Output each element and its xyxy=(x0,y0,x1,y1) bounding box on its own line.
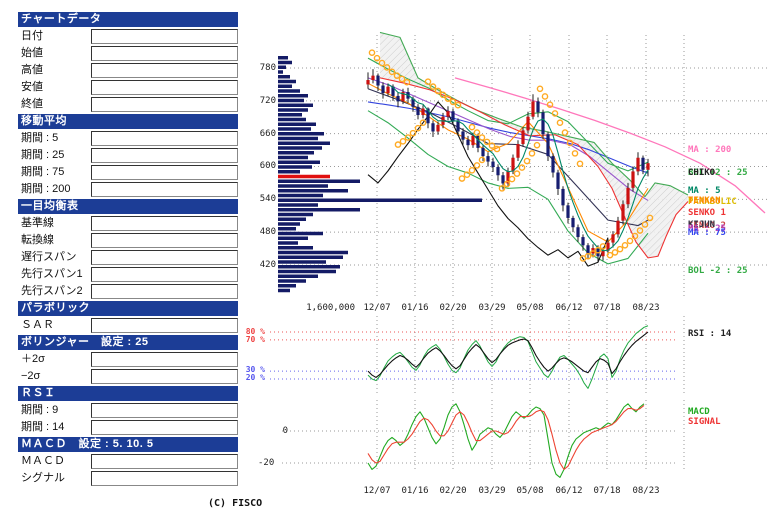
copyright: (C) FISCO xyxy=(208,498,262,509)
chart-canvas xyxy=(0,0,773,513)
fisco-chart-window: { "window": { "copyright": "(C) FISCO" }… xyxy=(0,0,773,513)
